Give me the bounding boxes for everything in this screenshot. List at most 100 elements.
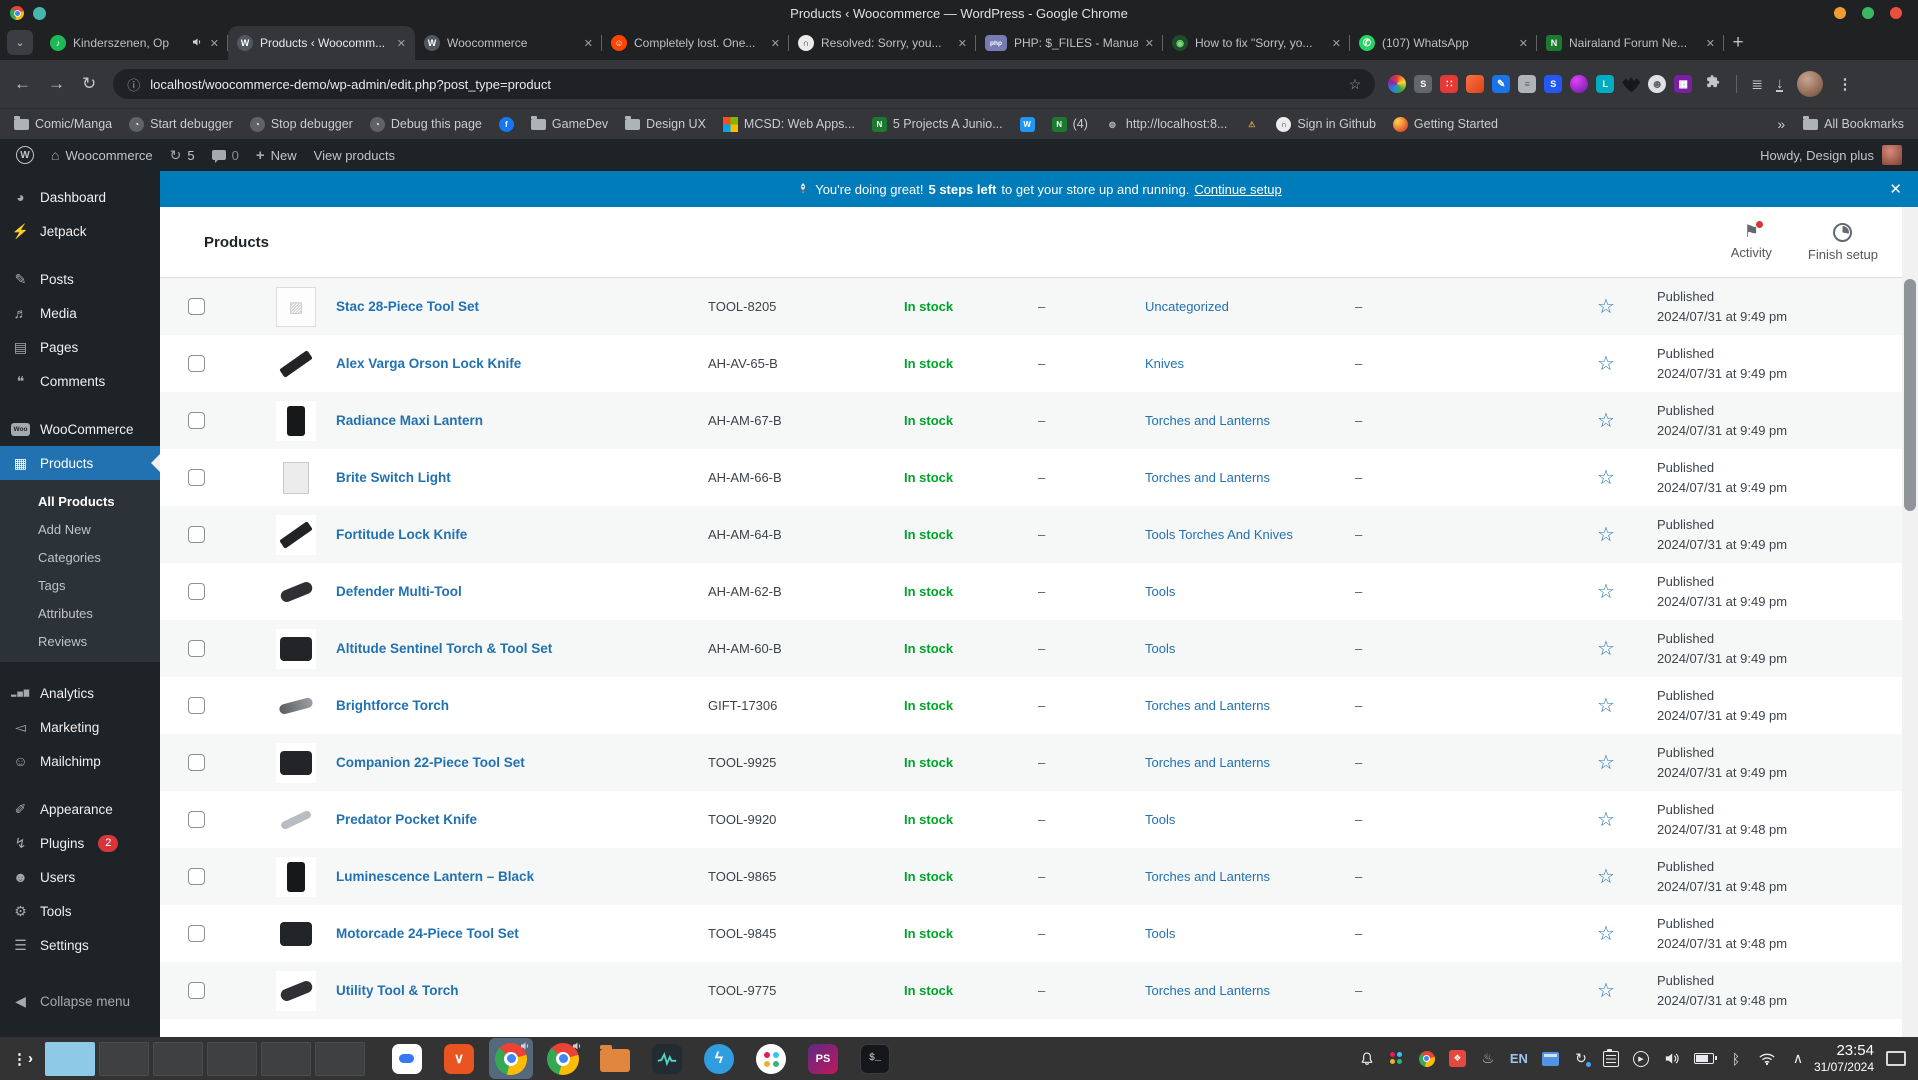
featured-star-icon[interactable]: ☆ xyxy=(1597,411,1657,431)
product-thumbnail[interactable] xyxy=(276,799,316,840)
reload-button[interactable]: ↻ xyxy=(82,74,96,94)
product-thumbnail[interactable] xyxy=(276,970,316,1011)
wordpress-logo-icon[interactable]: W xyxy=(16,146,34,164)
tab-how-to-fix[interactable]: ◉ How to fix "Sorry, yo... ✕ xyxy=(1163,26,1350,60)
chrome-tray-icon[interactable] xyxy=(1418,1050,1435,1067)
product-thumbnail[interactable] xyxy=(276,571,316,612)
bookmark-facebook-icon[interactable]: f xyxy=(498,116,514,132)
product-category-link[interactable]: Uncategorized xyxy=(1145,299,1355,314)
admin-bar-new[interactable]: + New xyxy=(256,147,297,164)
new-tab-button[interactable]: + xyxy=(1724,29,1752,57)
taskbar-app-slack[interactable] xyxy=(749,1038,793,1079)
s-blue-tile-extension-icon[interactable]: S xyxy=(1544,75,1563,93)
red-tile-extension-icon[interactable]: ∷ xyxy=(1440,75,1459,93)
product-name-link[interactable]: Radiance Maxi Lantern xyxy=(336,413,708,428)
search-tabs-button[interactable]: ⌄ xyxy=(7,30,33,55)
workspace-1[interactable] xyxy=(45,1041,95,1076)
tab-close-icon[interactable]: ✕ xyxy=(1332,37,1341,50)
product-name-link[interactable]: Companion 22-Piece Tool Set xyxy=(336,755,708,770)
downloads-icon[interactable]: ↓ xyxy=(1775,76,1784,92)
tab-woocommerce[interactable]: W Woocommerce ✕ xyxy=(415,26,602,60)
extensions-puzzle-icon[interactable] xyxy=(1705,73,1722,95)
bookmark-getting-started[interactable]: Getting Started xyxy=(1392,116,1498,132)
sidebar-item-posts[interactable]: ✎ Posts xyxy=(0,262,160,296)
window-maximize-button[interactable] xyxy=(1862,7,1874,19)
l-tile-extension-icon[interactable]: L xyxy=(1596,75,1615,93)
product-name-link[interactable]: Brightforce Torch xyxy=(336,698,708,713)
tab-php-files[interactable]: php PHP: $_FILES - Manua... ✕ xyxy=(976,26,1163,60)
sidebar-item-appearance[interactable]: ✐ Appearance xyxy=(0,792,160,826)
browser-menu-icon[interactable]: ⋮ xyxy=(1837,75,1852,93)
colorwheel-extension-icon[interactable] xyxy=(1388,75,1407,93)
row-checkbox[interactable] xyxy=(188,583,205,600)
workspace-2[interactable] xyxy=(99,1041,149,1076)
row-checkbox[interactable] xyxy=(188,526,205,543)
featured-star-icon[interactable]: ☆ xyxy=(1597,696,1657,716)
media-play-tray-icon[interactable]: ▶ xyxy=(1632,1050,1649,1067)
tray-expand-chevron[interactable]: ∧ xyxy=(1790,1050,1806,1067)
admin-bar-view-products[interactable]: View products xyxy=(314,148,395,163)
sidebar-subitem-attributes[interactable]: Attributes xyxy=(0,599,160,627)
sidebar-subitem-reviews[interactable]: Reviews xyxy=(0,627,160,655)
product-category-link[interactable]: Tools xyxy=(1145,926,1355,941)
bookmark-wikipedia-icon[interactable]: W xyxy=(1019,116,1035,132)
purple-orb-extension-icon[interactable] xyxy=(1570,75,1589,93)
bookmark-start-debugger[interactable]: ◔ Start debugger xyxy=(129,116,233,132)
product-name-link[interactable]: Utility Tool & Torch xyxy=(336,983,708,998)
all-bookmarks-button[interactable]: All Bookmarks xyxy=(1803,115,1904,131)
row-checkbox[interactable] xyxy=(188,754,205,771)
language-indicator[interactable]: EN xyxy=(1510,1051,1528,1066)
bookmark-5-projects-a-junio[interactable]: N 5 Projects A Junio... xyxy=(871,116,1003,132)
bat-extension-icon[interactable] xyxy=(1622,77,1641,93)
featured-star-icon[interactable]: ☆ xyxy=(1597,468,1657,488)
sidebar-subitem-categories[interactable]: Categories xyxy=(0,543,160,571)
product-thumbnail[interactable] xyxy=(276,286,316,327)
taskbar-app-chrome[interactable] xyxy=(489,1038,533,1079)
tab-close-icon[interactable]: ✕ xyxy=(958,37,967,50)
admin-bar-updates[interactable]: ↻ 5 xyxy=(170,147,195,164)
product-category-link[interactable]: Tools xyxy=(1145,812,1355,827)
row-checkbox[interactable] xyxy=(188,298,205,315)
banner-close-icon[interactable]: ✕ xyxy=(1889,180,1902,198)
sidebar-item-jetpack[interactable]: ⚡ Jetpack xyxy=(0,214,160,248)
product-name-link[interactable]: Predator Pocket Knife xyxy=(336,812,708,827)
bookmark-stop-debugger[interactable]: ◔ Stop debugger xyxy=(249,116,353,132)
product-category-link[interactable]: Torches and Lanterns xyxy=(1145,470,1355,485)
bookmark-mcsd-web-apps[interactable]: MCSD: Web Apps... xyxy=(722,116,855,132)
bookmark-http-localhost-8[interactable]: ◍ http://localhost:8... xyxy=(1105,117,1227,132)
product-name-link[interactable]: Alex Varga Orson Lock Knife xyxy=(336,356,708,371)
featured-star-icon[interactable]: ☆ xyxy=(1597,297,1657,317)
taskbar-app-app-blue[interactable]: ϟ xyxy=(697,1038,741,1079)
product-category-link[interactable]: Torches and Lanterns xyxy=(1145,698,1355,713)
product-category-link[interactable]: Torches and Lanterns xyxy=(1145,755,1355,770)
tab-nairaland[interactable]: N Nairaland Forum Ne... ✕ xyxy=(1537,26,1724,60)
bookmark-design-ux[interactable]: Design UX xyxy=(625,115,706,131)
smoke-tray-icon[interactable]: ♨ xyxy=(1480,1050,1496,1067)
site-info-icon[interactable]: ⓘ xyxy=(127,75,140,94)
admin-bar-comments[interactable]: 0 xyxy=(211,148,239,163)
bookmark-4[interactable]: N (4) xyxy=(1051,116,1088,132)
sidebar-subitem-all-products[interactable]: All Products xyxy=(0,487,160,515)
tab-products[interactable]: W Products ‹ Woocomm... ✕ xyxy=(228,26,415,60)
product-thumbnail[interactable] xyxy=(276,343,316,384)
tab-close-icon[interactable]: ✕ xyxy=(397,37,406,50)
tab-kinderszenen[interactable]: ♪ Kinderszenen, Op ✕ xyxy=(41,26,228,60)
sidebar-item-products[interactable]: ▦ Products xyxy=(0,446,160,480)
featured-star-icon[interactable]: ☆ xyxy=(1597,639,1657,659)
featured-star-icon[interactable]: ☆ xyxy=(1597,981,1657,1001)
forward-button[interactable]: → xyxy=(48,74,65,94)
workspace-5[interactable] xyxy=(261,1041,311,1076)
sidebar-item-pages[interactable]: ▤ Pages xyxy=(0,330,160,364)
workspace-3[interactable] xyxy=(153,1041,203,1076)
window-close-button[interactable] xyxy=(1890,7,1902,19)
sidebar-subitem-tags[interactable]: Tags xyxy=(0,571,160,599)
tab-audio-icon[interactable] xyxy=(191,36,203,51)
taskbar-app-software[interactable]: ∨ xyxy=(437,1038,481,1079)
continue-setup-link[interactable]: Continue setup xyxy=(1194,182,1281,197)
tab-close-icon[interactable]: ✕ xyxy=(1519,37,1528,50)
taskbar-app-toggles[interactable] xyxy=(385,1038,429,1079)
bookmark-gamedev[interactable]: GameDev xyxy=(530,115,608,131)
reading-list-icon[interactable]: ≣ xyxy=(1751,76,1763,93)
workspace-6[interactable] xyxy=(315,1041,365,1076)
tab-whatsapp[interactable]: ✆ (107) WhatsApp ✕ xyxy=(1350,26,1537,60)
